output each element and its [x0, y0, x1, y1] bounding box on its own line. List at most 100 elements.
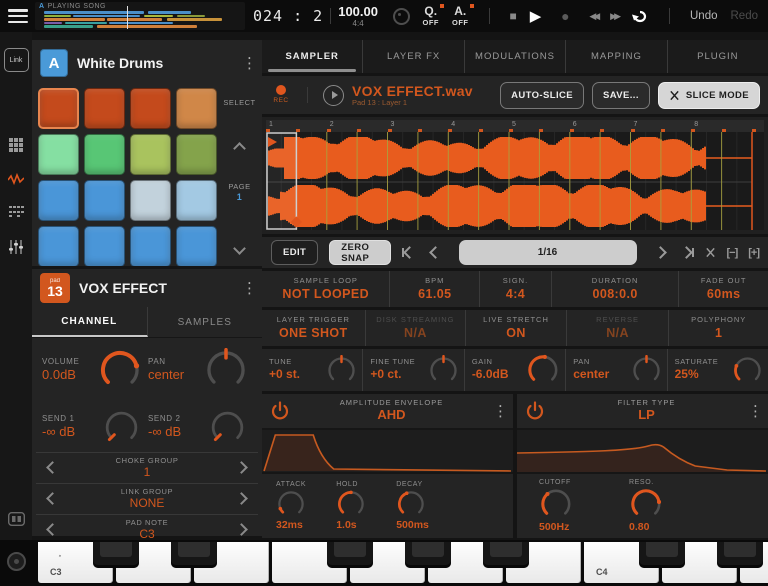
black-key-8[interactable]	[639, 542, 685, 568]
choke-prev-button[interactable]	[48, 459, 57, 477]
black-key-5[interactable]	[405, 542, 451, 568]
tab-layer-fx[interactable]: LAYER FX	[362, 40, 463, 73]
timeline-clip[interactable]	[167, 18, 222, 21]
layer-trigger-cell[interactable]: LAYER TRIGGER ONE SHOT	[262, 310, 365, 346]
envelope-graph[interactable]	[262, 430, 513, 474]
song-timeline[interactable]: APLAYING SONG	[35, 2, 245, 30]
timeline-clip[interactable]	[107, 18, 162, 21]
tempo-display[interactable]: 100.00 4:4	[338, 5, 378, 28]
send2-knob[interactable]	[209, 409, 246, 446]
edit-button[interactable]: EDIT	[271, 240, 318, 265]
zero-snap-button[interactable]: ZERO SNAP	[329, 240, 390, 265]
tune-knob[interactable]	[326, 355, 357, 386]
timeline-clip[interactable]	[177, 15, 206, 18]
quantize-button[interactable]: Q. OFF	[423, 5, 440, 27]
sample-loop-cell[interactable]: SAMPLE LOOP NOT LOOPED	[262, 271, 389, 307]
pad-14[interactable]	[84, 226, 125, 267]
timeline-clip[interactable]	[97, 25, 197, 28]
layer-pan-knob[interactable]	[631, 355, 662, 386]
timeline-clip[interactable]	[44, 25, 93, 28]
pad-3[interactable]	[130, 88, 171, 129]
pad-7[interactable]	[130, 134, 171, 175]
timeline-clip[interactable]	[109, 22, 172, 25]
decay-knob[interactable]	[396, 489, 426, 519]
keys-panel-icon[interactable]	[0, 512, 32, 526]
filter-value[interactable]: LP	[545, 407, 748, 424]
cutoff-knob[interactable]	[539, 487, 573, 521]
link-button[interactable]: Link	[4, 48, 29, 72]
pan-knob[interactable]	[204, 348, 248, 392]
duration-cell[interactable]: DURATION 008:0.0	[551, 271, 679, 307]
tab-sampler[interactable]: SAMPLER	[262, 40, 362, 73]
pad-9[interactable]	[38, 180, 79, 221]
timeline-clip[interactable]	[73, 15, 140, 18]
record-button[interactable]: ●	[554, 9, 576, 23]
filter-menu-kebab-icon[interactable]: ⋮	[748, 404, 760, 419]
grid-size-button[interactable]: 1/16	[459, 240, 637, 265]
link-next-button[interactable]	[237, 490, 246, 508]
tab-channel[interactable]: CHANNEL	[32, 307, 148, 337]
automation-button[interactable]: A. OFF	[452, 5, 469, 27]
hamburger-menu-icon[interactable]	[8, 9, 28, 23]
envelope-menu-kebab-icon[interactable]: ⋮	[493, 404, 505, 419]
zoom-in-button[interactable]: [+]	[748, 247, 759, 259]
auto-slice-button[interactable]: AUTO-SLICE	[500, 82, 584, 109]
send1-knob[interactable]	[103, 409, 140, 446]
attack-knob[interactable]	[276, 489, 306, 519]
pad-15[interactable]	[130, 226, 171, 267]
wave-ruler[interactable]: 12345678	[266, 120, 764, 132]
black-key-9[interactable]	[717, 542, 763, 568]
reverse-cell[interactable]: REVERSE N/A	[566, 310, 669, 346]
pads-view-icon[interactable]	[0, 138, 32, 152]
sample-preview-button[interactable]	[323, 85, 344, 106]
timeline-clip[interactable]	[44, 11, 144, 14]
tab-mapping[interactable]: MAPPING	[565, 40, 666, 73]
envelope-value[interactable]: AHD	[290, 407, 493, 424]
saturate-knob[interactable]	[732, 355, 763, 386]
slice-mode-button[interactable]: SLICE MODE	[658, 82, 760, 109]
pad-menu-kebab-icon[interactable]: ⋮	[242, 281, 254, 296]
pad-10[interactable]	[84, 180, 125, 221]
redo-button[interactable]: Redo	[731, 10, 759, 22]
black-key-4[interactable]	[327, 542, 373, 568]
volume-knob[interactable]	[98, 348, 142, 392]
bank-badge[interactable]: A	[40, 49, 68, 77]
live-stretch-cell[interactable]: LIVE STRETCH ON	[465, 310, 566, 346]
pad-8[interactable]	[176, 134, 217, 175]
keyboard-mod-knob[interactable]	[7, 552, 26, 571]
waveform-display[interactable]	[266, 132, 764, 230]
step-sequencer-view-icon[interactable]	[0, 206, 32, 217]
timeline-clip[interactable]	[44, 15, 71, 18]
pad-6[interactable]	[84, 134, 125, 175]
fade-out-cell[interactable]: FADE OUT 60ms	[678, 271, 768, 307]
skip-end-button[interactable]	[682, 248, 694, 257]
pad-badge[interactable]: pad 13	[40, 273, 70, 303]
pad-2[interactable]	[84, 88, 125, 129]
pad-note-next-button[interactable]	[237, 521, 246, 539]
disk-streaming-cell[interactable]: DISK STREAMING N/A	[365, 310, 466, 346]
next-slice-button[interactable]	[656, 248, 665, 257]
undo-button[interactable]: Undo	[690, 10, 718, 22]
page-up-button[interactable]	[217, 140, 262, 158]
timeline-clip[interactable]	[144, 15, 173, 18]
bank-menu-kebab-icon[interactable]: ⋮	[242, 56, 254, 71]
tab-modulations[interactable]: MODULATIONS	[464, 40, 565, 73]
page-down-button[interactable]	[217, 240, 262, 258]
pad-4[interactable]	[176, 88, 217, 129]
timeline-clip[interactable]	[65, 22, 108, 25]
stop-button[interactable]: ■	[510, 10, 517, 22]
save-button[interactable]: SAVE...	[592, 82, 650, 109]
fine-tune-knob[interactable]	[428, 355, 459, 386]
pad-5[interactable]	[38, 134, 79, 175]
rewind-button[interactable]: ◀◀	[589, 12, 597, 21]
filter-power-button[interactable]	[525, 401, 545, 421]
pad-12[interactable]	[176, 180, 217, 221]
signature-cell[interactable]: SIGN. 4:4	[479, 271, 551, 307]
polyphony-cell[interactable]: POLYPHONY 1	[668, 310, 768, 346]
bpm-cell[interactable]: BPM 61.05	[389, 271, 479, 307]
black-key-2[interactable]	[171, 542, 217, 568]
timeline-clip[interactable]	[44, 18, 105, 21]
black-key-1[interactable]	[93, 542, 139, 568]
pad-note-prev-button[interactable]	[48, 521, 57, 539]
timeline-clip[interactable]	[44, 22, 62, 25]
